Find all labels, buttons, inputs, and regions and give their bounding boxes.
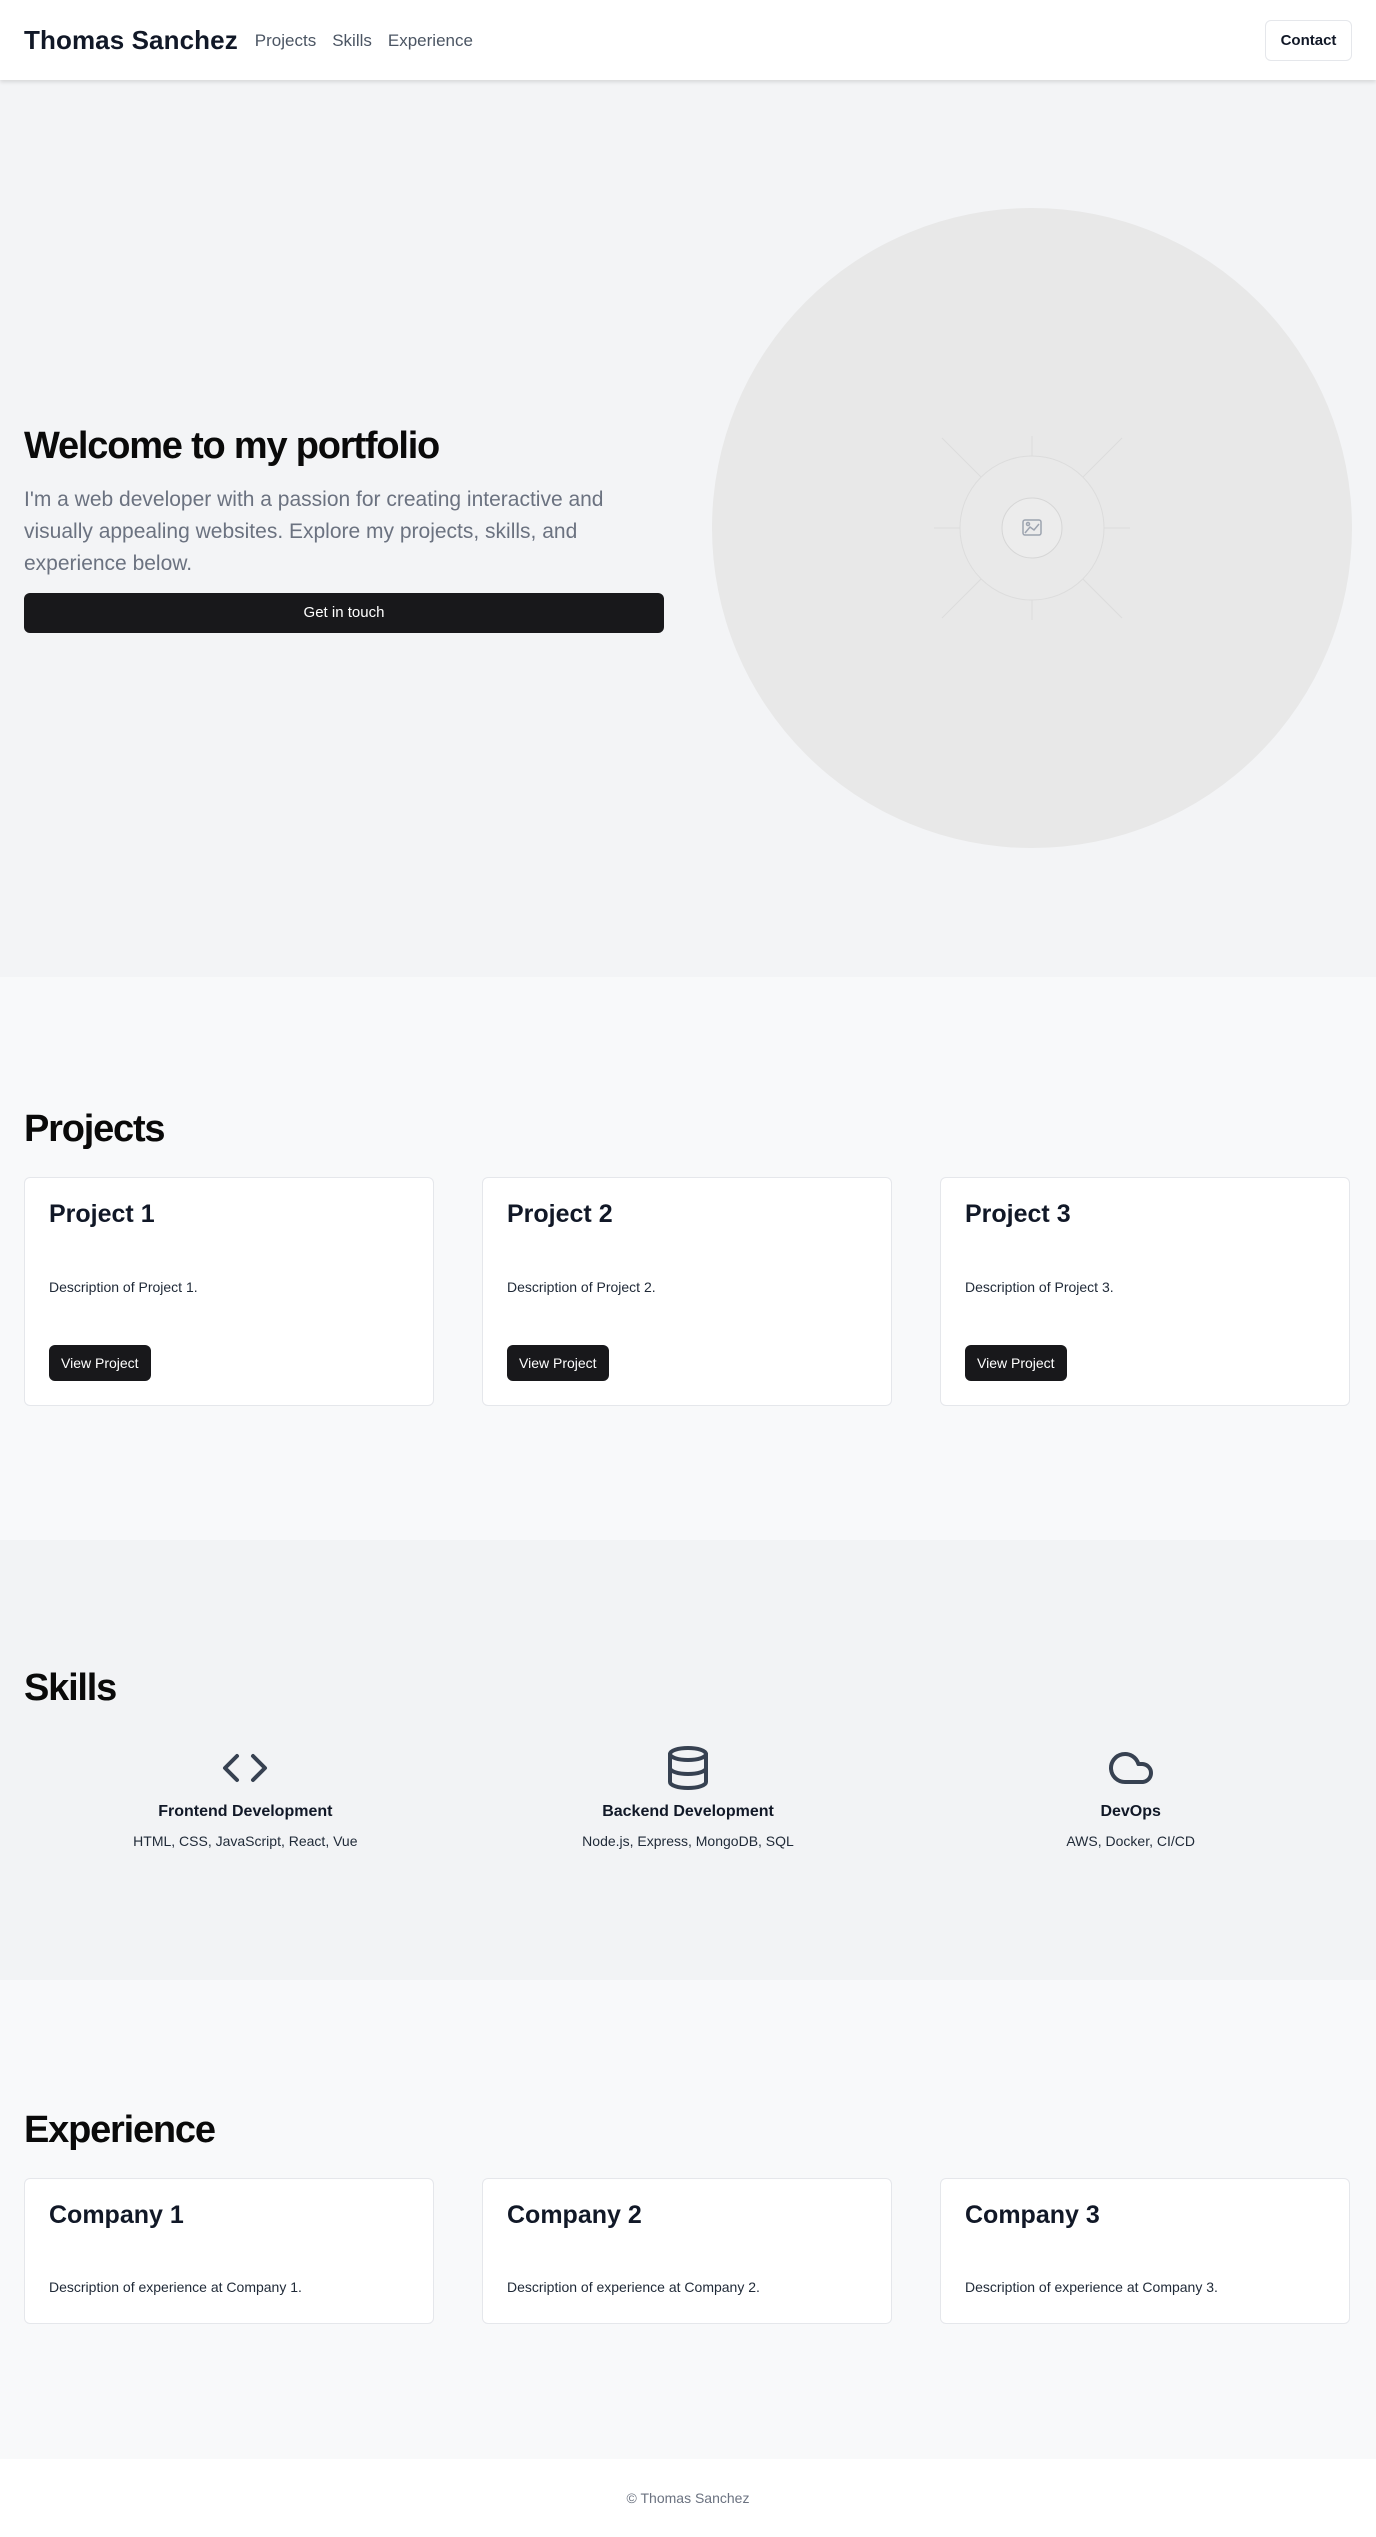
project-card: Project 3 Description of Project 3. View… <box>940 1177 1350 1406</box>
project-card: Project 2 Description of Project 2. View… <box>482 1177 892 1406</box>
nav-link-experience[interactable]: Experience <box>388 31 473 51</box>
site-footer: © Thomas Sanchez <box>0 2459 1376 2537</box>
experience-card: Company 1 Description of experience at C… <box>24 2178 434 2324</box>
view-project-button[interactable]: View Project <box>49 1345 151 1381</box>
project-card: Project 1 Description of Project 1. View… <box>24 1177 434 1406</box>
skills-section: Skills Frontend Development HTML, CSS, J… <box>0 1540 1376 1980</box>
experience-description: Description of experience at Company 2. <box>507 2279 760 2295</box>
hero-description: I'm a web developer with a passion for c… <box>24 487 604 575</box>
skill-title: Backend Development <box>602 1803 774 1820</box>
skill-description: Node.js, Express, MongoDB, SQL <box>582 1833 794 1849</box>
view-project-button[interactable]: View Project <box>507 1345 609 1381</box>
skill-item: DevOps AWS, Docker, CI/CD <box>909 1744 1352 1849</box>
experience-heading: Experience <box>24 2109 216 2151</box>
company-name: Company 3 <box>965 2201 1100 2229</box>
experience-grid: Company 1 Description of experience at C… <box>24 2178 1352 2324</box>
project-description: Description of Project 3. <box>965 1279 1114 1295</box>
projects-grid: Project 1 Description of Project 1. View… <box>24 1177 1352 1406</box>
hero-content: Welcome to my portfolio I'm a web develo… <box>24 425 664 633</box>
experience-card: Company 2 Description of experience at C… <box>482 2178 892 2324</box>
skill-item: Frontend Development HTML, CSS, JavaScri… <box>24 1744 467 1849</box>
skills-heading: Skills <box>24 1667 117 1709</box>
skill-description: HTML, CSS, JavaScript, React, Vue <box>133 1833 358 1849</box>
site-header: Thomas Sanchez Projects Skills Experienc… <box>0 0 1376 80</box>
skill-description: AWS, Docker, CI/CD <box>1066 1833 1195 1849</box>
experience-section: Experience Company 1 Description of expe… <box>0 1980 1376 2459</box>
hero-section: Welcome to my portfolio I'm a web develo… <box>0 80 1376 977</box>
nav-link-projects[interactable]: Projects <box>255 31 316 51</box>
project-description: Description of Project 1. <box>49 1279 198 1295</box>
company-name: Company 2 <box>507 2201 642 2229</box>
contact-button[interactable]: Contact <box>1265 19 1352 61</box>
skills-grid: Frontend Development HTML, CSS, JavaScri… <box>24 1744 1352 1849</box>
skill-title: Frontend Development <box>158 1803 333 1820</box>
hero-image-placeholder <box>712 208 1352 848</box>
get-in-touch-button[interactable]: Get in touch <box>24 592 664 633</box>
view-project-button[interactable]: View Project <box>965 1345 1067 1381</box>
main-nav: Projects Skills Experience <box>255 31 473 51</box>
projects-heading: Projects <box>24 1108 166 1150</box>
project-title: Project 3 <box>965 1200 1071 1228</box>
copyright-text: © Thomas Sanchez <box>626 2490 750 2506</box>
experience-description: Description of experience at Company 1. <box>49 2279 302 2295</box>
projects-section: Projects Project 1 Description of Projec… <box>0 977 1376 1540</box>
project-title: Project 1 <box>49 1200 155 1228</box>
nav-link-skills[interactable]: Skills <box>332 31 372 51</box>
code-icon <box>223 1754 268 1782</box>
experience-card: Company 3 Description of experience at C… <box>940 2178 1350 2324</box>
company-name: Company 1 <box>49 2201 184 2229</box>
hero-title: Welcome to my portfolio <box>24 424 440 467</box>
brand-name[interactable]: Thomas Sanchez <box>24 25 238 56</box>
experience-description: Description of experience at Company 3. <box>965 2279 1218 2295</box>
project-title: Project 2 <box>507 1200 613 1228</box>
cloud-icon <box>1108 1752 1153 1784</box>
skill-item: Backend Development Node.js, Express, Mo… <box>467 1744 910 1849</box>
project-description: Description of Project 2. <box>507 1279 656 1295</box>
database-icon <box>668 1746 708 1790</box>
skill-title: DevOps <box>1100 1803 1161 1820</box>
image-placeholder-icon <box>934 436 1130 620</box>
